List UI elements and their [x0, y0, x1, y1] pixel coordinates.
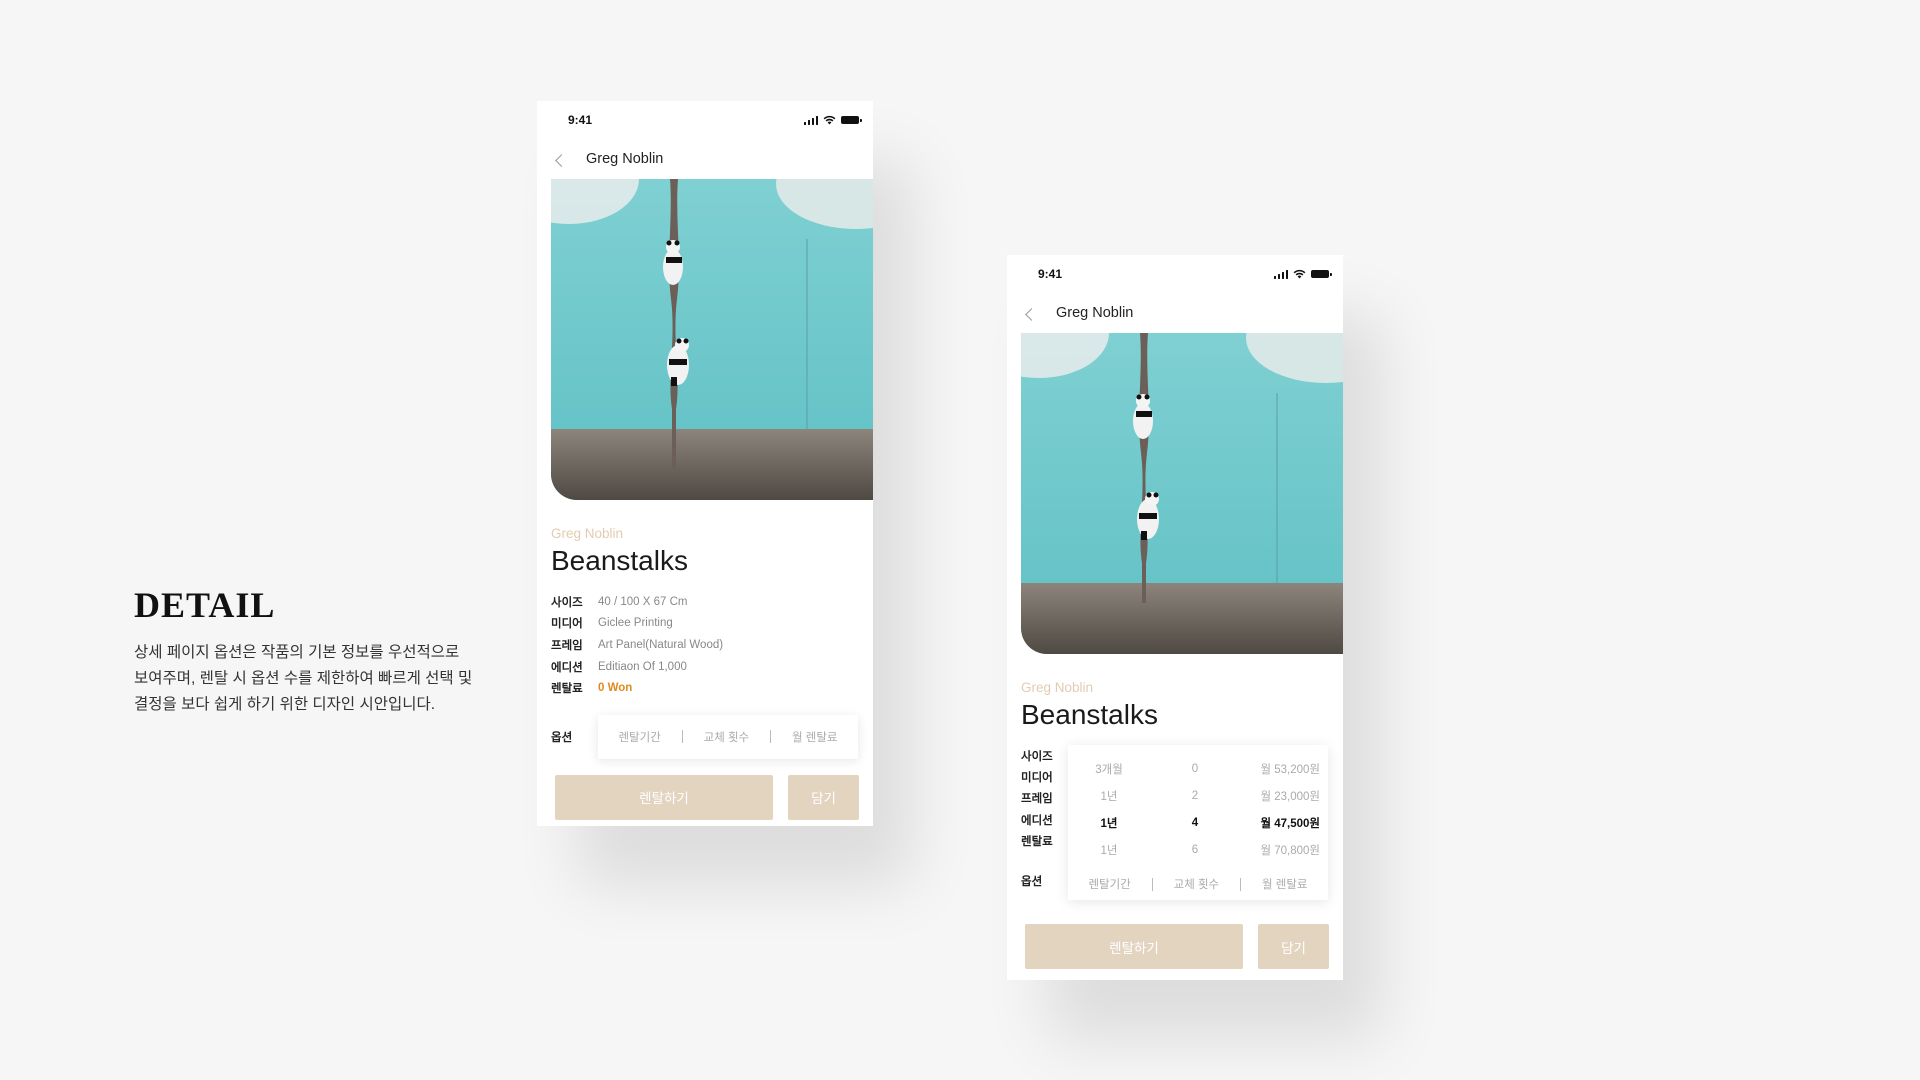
section-description: 상세 페이지 옵션은 작품의 기본 정보를 우선적으로 보여주며, 렌탈 시 옵…: [134, 644, 473, 713]
spec-labels: 사이즈 미디어 프레임 에디션 렌탈료 옵션: [1021, 745, 1053, 888]
spec-label-frame: 프레임: [1021, 793, 1053, 806]
artwork-title: Beanstalks: [1021, 699, 1158, 730]
artwork-image: [1021, 333, 1343, 654]
artwork-image: [551, 179, 873, 500]
signal-icon: [1273, 269, 1288, 279]
battery-icon: [841, 116, 862, 124]
divider: [1240, 877, 1242, 891]
spec-row-frame: 프레임 Art Panel(Natural Wood): [551, 638, 724, 652]
option-monthly-fee[interactable]: 월 렌탈료: [792, 729, 838, 745]
spec-label-media: 미디어: [1021, 772, 1053, 785]
artist-name: Greg Noblin: [1021, 680, 1094, 695]
nav-bar: Greg Noblin: [537, 141, 873, 179]
divider: [1151, 877, 1153, 891]
section-heading: DETAIL: [134, 585, 276, 625]
back-arrow-icon[interactable]: [553, 152, 569, 168]
add-to-cart-button[interactable]: 담기: [788, 774, 859, 820]
phone-mockup-options-open: 9:41 Greg Noblin Greg Noblin Beanstalks …: [1007, 255, 1343, 980]
status-bar: 9:41: [537, 101, 873, 141]
option-swap-count: 교체 횟수: [1173, 879, 1220, 891]
divider: [681, 730, 683, 744]
back-arrow-icon[interactable]: [1023, 306, 1039, 322]
options-header: 렌탈기간 교체 횟수 월 렌탈료: [1068, 876, 1328, 892]
spec-label-edition: 에디션: [1021, 814, 1053, 827]
artist-name: Greg Noblin: [551, 526, 624, 541]
battery-icon: [1311, 270, 1332, 278]
option-monthly-fee: 월 렌탈료: [1261, 879, 1308, 891]
artwork-title: Beanstalks: [551, 545, 688, 576]
option-row-selected[interactable]: 1년 4 월 47,500원: [1068, 809, 1328, 836]
spec-label-size: 사이즈: [1021, 750, 1053, 763]
option-rental-period: 렌탈기간: [1088, 879, 1131, 891]
spec-row-media: 미디어 Giclee Printing: [551, 617, 673, 631]
options-row: 옵션 렌탈기간 교체 횟수 월 렌탈료: [551, 714, 859, 759]
spec-row-edition: 에디션 Editiaon Of 1,000: [551, 660, 687, 674]
rent-button[interactable]: 렌탈하기: [1025, 924, 1243, 969]
spec-row-rental-fee: 렌탈료 0 Won: [551, 682, 633, 696]
option-row[interactable]: 1년 6 월 70,800원: [1068, 836, 1328, 863]
wifi-icon: [1293, 269, 1306, 279]
wifi-icon: [823, 115, 836, 125]
options-dropdown[interactable]: 3개월 0 월 53,200원 1년 2 월 23,000원 1년 4 월 47…: [1068, 745, 1328, 900]
rent-button[interactable]: 렌탈하기: [555, 774, 773, 820]
add-to-cart-button[interactable]: 담기: [1258, 924, 1329, 969]
nav-bar: Greg Noblin: [1007, 295, 1343, 333]
spec-list: 사이즈 40 / 100 X 67 Cm 미디어 Giclee Printing 프…: [551, 591, 859, 699]
nav-title: Greg Noblin: [1056, 305, 1134, 321]
intro-section: DETAIL 상세 페이지 옵션은 작품의 기본 정보를 우선적으로 보여주며,…: [134, 584, 494, 718]
phone-mockup-detail: 9:41 Greg Noblin Greg Noblin Beanstalks …: [537, 101, 873, 826]
option-row[interactable]: 1년 2 월 23,000원: [1068, 782, 1328, 809]
status-bar: 9:41: [1007, 255, 1343, 295]
status-time: 9:41: [568, 113, 593, 127]
option-rental-period[interactable]: 렌탈기간: [618, 729, 660, 745]
options-selector[interactable]: 렌탈기간 교체 횟수 월 렌탈료: [598, 714, 858, 759]
divider: [770, 730, 772, 744]
option-swap-count[interactable]: 교체 횟수: [704, 729, 750, 745]
spec-row-size: 사이즈 40 / 100 X 67 Cm: [551, 595, 688, 609]
signal-icon: [803, 115, 818, 125]
status-time: 9:41: [1038, 267, 1063, 281]
nav-title: Greg Noblin: [586, 151, 664, 167]
option-row[interactable]: 3개월 0 월 53,200원: [1068, 755, 1328, 782]
spec-label-rental-fee: 렌탈료: [1021, 836, 1053, 849]
options-label: 옵션: [551, 731, 573, 744]
options-label: 옵션: [1021, 875, 1043, 888]
